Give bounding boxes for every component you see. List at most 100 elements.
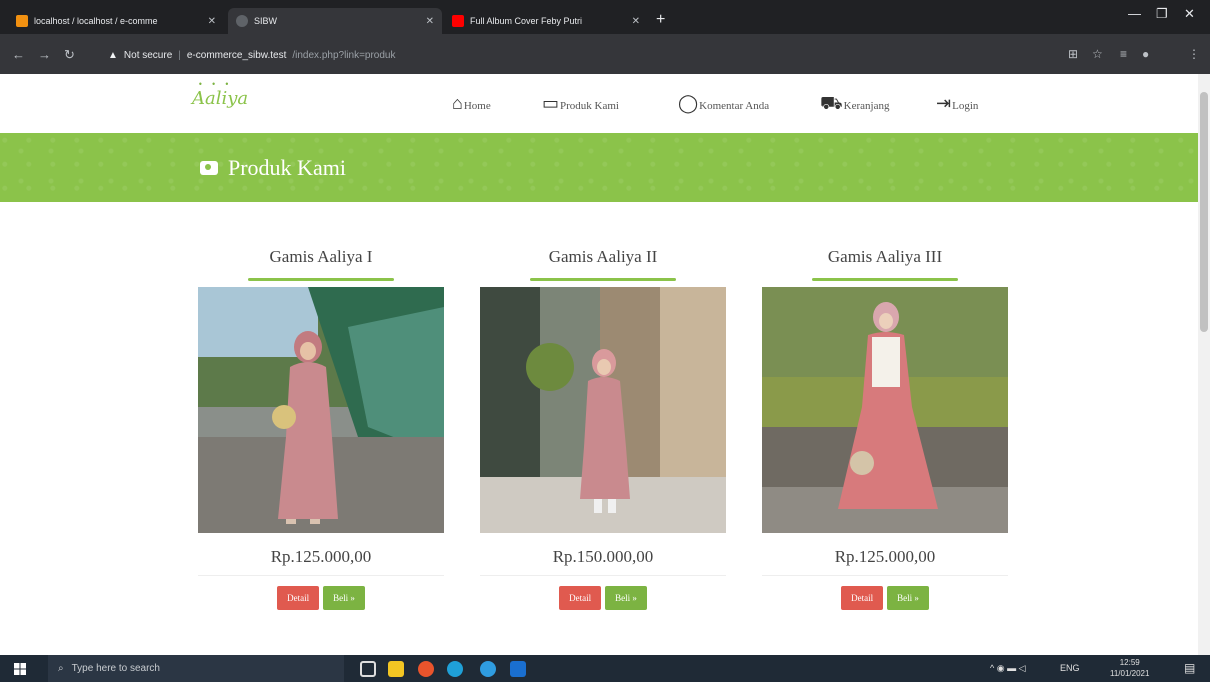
nav-home[interactable]: ⌂ Home xyxy=(452,94,491,112)
tab-title: Full Album Cover Feby Putri xyxy=(470,16,583,26)
chrome-icon[interactable] xyxy=(418,661,434,677)
address-bar[interactable]: ▲ Not secure | e-commerce_sibw.test/inde… xyxy=(108,43,1158,67)
product-price: Rp.150.000,00 xyxy=(480,547,726,576)
nav-produk-kami[interactable]: ▭ Produk Kami xyxy=(542,94,619,112)
buy-button[interactable]: Beli » xyxy=(605,586,647,610)
product-photo-gamis-2 xyxy=(480,287,726,533)
product-card: Gamis Aaliya I Rp.125.000,00 Detail Beli… xyxy=(198,244,444,610)
product-card: Gamis Aaliya II Rp.150.000,00 Detail Bel… xyxy=(480,244,726,610)
product-photo-gamis-1 xyxy=(198,287,444,533)
globe-icon xyxy=(236,15,248,27)
new-tab-button[interactable]: + xyxy=(656,12,665,28)
reload-icon[interactable]: ↻ xyxy=(64,47,75,63)
edge-icon[interactable] xyxy=(447,661,463,677)
task-view-icon[interactable] xyxy=(360,661,376,677)
product-actions: Detail Beli » xyxy=(198,586,444,610)
page-scrollbar[interactable] xyxy=(1198,74,1210,655)
store-icon[interactable] xyxy=(510,661,526,677)
product-price: Rp.125.000,00 xyxy=(198,547,444,576)
title-underline xyxy=(248,278,394,281)
profile-avatar[interactable]: ● xyxy=(1142,47,1149,61)
tab-title: SIBW xyxy=(254,16,278,26)
forward-icon[interactable]: → xyxy=(38,47,51,62)
scrollbar-thumb[interactable] xyxy=(1200,92,1208,332)
product-image[interactable] xyxy=(762,287,1008,533)
nav-label: Komentar Anda xyxy=(699,100,770,112)
detail-button[interactable]: Detail xyxy=(559,586,602,610)
file-explorer-icon[interactable] xyxy=(388,661,404,677)
buy-button[interactable]: Beli » xyxy=(323,586,365,610)
browser-toolbar: ← → ↻ ▲ Not secure | e-commerce_sibw.tes… xyxy=(0,34,1210,74)
home-icon: ⌂ xyxy=(452,93,463,113)
close-tab-icon[interactable]: ✕ xyxy=(208,16,216,27)
product-name: Gamis Aaliya III xyxy=(827,247,943,266)
cart-icon: ⛟ xyxy=(820,93,843,113)
browser-tab-localhost[interactable]: localhost / localhost / e-comme ✕ xyxy=(8,8,224,34)
playlist-icon[interactable]: ≡ xyxy=(1120,47,1127,61)
clock-date: 11/01/2021 xyxy=(1110,669,1150,678)
product-card: Gamis Aaliya III Rp.125.000,00 Detail Be… xyxy=(762,244,1008,610)
separator: | xyxy=(178,49,181,61)
browser-tab-bar: localhost / localhost / e-comme ✕ SIBW ✕… xyxy=(0,0,1210,34)
tray-icons[interactable]: ^ ◉ ▬ ◁ xyxy=(990,663,1026,674)
site-logo[interactable]: • • • Aaliya xyxy=(192,80,249,109)
security-label[interactable]: Not secure xyxy=(124,50,172,61)
nav-label: Produk Kami xyxy=(560,100,619,112)
search-icon: ⌕ xyxy=(58,663,64,674)
maximize-icon[interactable]: ❐ xyxy=(1156,6,1168,22)
camera-icon xyxy=(200,161,218,175)
page-title-text: Produk Kami xyxy=(228,155,346,180)
back-icon[interactable]: ← xyxy=(12,47,25,62)
star-icon[interactable]: ☆ xyxy=(1092,47,1103,61)
close-window-icon[interactable]: ✕ xyxy=(1184,6,1195,22)
buy-button[interactable]: Beli » xyxy=(887,586,929,610)
nav-keranjang[interactable]: ⛟ Keranjang xyxy=(820,94,889,112)
nav-label: Login xyxy=(952,100,979,112)
box-icon: ▭ xyxy=(542,93,560,113)
product-image[interactable] xyxy=(480,287,726,533)
minimize-icon[interactable]: — xyxy=(1128,6,1141,21)
youtube-icon xyxy=(452,15,464,27)
web-page: • • • Aaliya ⌂ Home ▭ Produk Kami ◯ Kome… xyxy=(0,74,1198,655)
title-underline xyxy=(530,278,676,281)
windows-taskbar: ⌕ Type here to search ^ ◉ ▬ ◁ ENG 12:59 … xyxy=(0,655,1210,682)
product-name: Gamis Aaliya II xyxy=(548,247,658,266)
close-tab-icon[interactable]: ✕ xyxy=(426,16,434,27)
taskbar-search[interactable]: ⌕ Type here to search xyxy=(48,655,344,682)
translate-icon[interactable]: ⊞ xyxy=(1068,47,1078,61)
url-path: /index.php?link=produk xyxy=(292,49,396,61)
product-actions: Detail Beli » xyxy=(480,586,726,610)
app-icon[interactable] xyxy=(480,661,496,677)
product-actions: Detail Beli » xyxy=(762,586,1008,610)
tab-title: localhost / localhost / e-comme xyxy=(34,16,158,26)
search-placeholder: Type here to search xyxy=(71,663,160,674)
clock[interactable]: 12:59 11/01/2021 xyxy=(1110,657,1149,679)
nav-label: Home xyxy=(463,100,491,112)
comment-icon: ◯ xyxy=(678,93,699,113)
site-navbar: • • • Aaliya ⌂ Home ▭ Produk Kami ◯ Kome… xyxy=(0,74,1198,133)
page-banner: Produk Kami xyxy=(0,133,1198,202)
logo-text: Aaliya xyxy=(192,88,249,109)
warning-icon[interactable]: ▲ xyxy=(108,50,118,61)
product-photo-gamis-3 xyxy=(762,287,1008,533)
product-image[interactable] xyxy=(198,287,444,533)
title-underline xyxy=(812,278,958,281)
page-title: Produk Kami xyxy=(200,155,346,181)
nav-login[interactable]: ⇥ Login xyxy=(936,94,978,112)
notification-icon[interactable]: ▤ xyxy=(1184,661,1195,675)
nav-komentar-anda[interactable]: ◯ Komentar Anda xyxy=(678,94,769,112)
language-indicator[interactable]: ENG xyxy=(1060,663,1080,673)
detail-button[interactable]: Detail xyxy=(841,586,884,610)
clock-time: 12:59 xyxy=(1119,658,1140,667)
close-tab-icon[interactable]: ✕ xyxy=(632,16,640,27)
nav-label: Keranjang xyxy=(843,100,890,112)
browser-tab-youtube[interactable]: Full Album Cover Feby Putri ✕ xyxy=(444,8,648,34)
phpmyadmin-icon xyxy=(16,15,28,27)
menu-icon[interactable]: ⋮ xyxy=(1188,47,1200,61)
windows-start-icon[interactable] xyxy=(14,663,26,675)
login-icon: ⇥ xyxy=(936,93,952,113)
browser-tab-sibw[interactable]: SIBW ✕ xyxy=(228,8,442,34)
product-name: Gamis Aaliya I xyxy=(269,247,373,266)
product-price: Rp.125.000,00 xyxy=(762,547,1008,576)
detail-button[interactable]: Detail xyxy=(277,586,320,610)
